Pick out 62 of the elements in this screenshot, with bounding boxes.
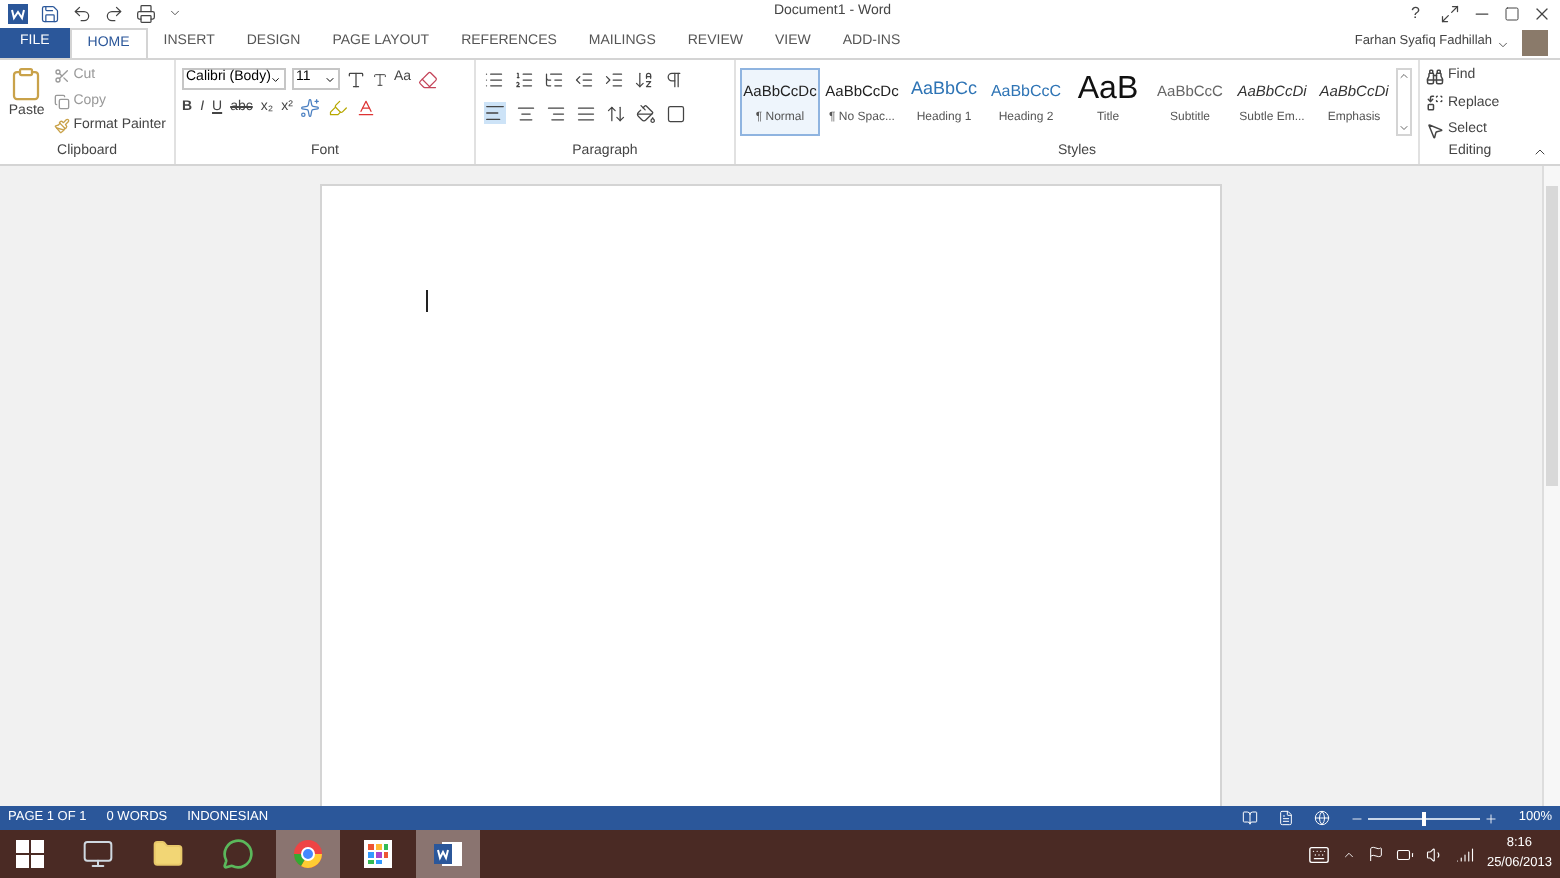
zoom-in-icon[interactable]	[1484, 811, 1499, 825]
web-layout-icon[interactable]	[1314, 810, 1331, 826]
decrease-indent-icon[interactable]	[574, 70, 594, 90]
battery-icon[interactable]	[1396, 845, 1415, 863]
shading-icon[interactable]	[636, 103, 656, 123]
scroll-up-icon	[1398, 69, 1410, 81]
scroll-down-icon	[1398, 121, 1410, 133]
caret-icon[interactable]	[168, 6, 182, 20]
borders-icon[interactable]	[666, 103, 686, 123]
keyboard-icon[interactable]	[1308, 843, 1331, 865]
save-icon[interactable]	[40, 3, 60, 23]
signal-icon[interactable]	[1456, 845, 1475, 863]
chat-icon[interactable]	[222, 838, 254, 870]
numbering-icon[interactable]	[514, 70, 534, 90]
tiles-icon[interactable]	[362, 838, 394, 870]
multilevel-list-icon[interactable]	[544, 70, 564, 90]
shrink-font-icon[interactable]	[372, 71, 388, 87]
print-layout-icon[interactable]	[1278, 810, 1295, 826]
clipboard-icon	[8, 66, 45, 102]
align-right-icon[interactable]	[546, 103, 566, 123]
increase-indent-icon[interactable]	[604, 70, 624, 90]
read-mode-icon[interactable]	[1242, 810, 1259, 826]
grow-font-icon[interactable]	[346, 69, 366, 89]
redo-icon[interactable]	[104, 3, 124, 23]
scissors-icon	[53, 68, 70, 85]
undo-icon[interactable]	[72, 3, 92, 23]
pilcrow-icon[interactable]	[664, 70, 684, 90]
folder-icon[interactable]	[152, 838, 184, 870]
restore-icon[interactable]	[1504, 5, 1520, 21]
collapse-ribbon-icon[interactable]	[1532, 144, 1548, 160]
windows-start-icon[interactable]	[16, 840, 44, 868]
caret-icon[interactable]	[1496, 38, 1510, 52]
pointer-icon	[1426, 121, 1444, 140]
align-left-icon[interactable]	[484, 102, 506, 124]
bullets-icon[interactable]	[484, 70, 504, 90]
document-app-icon[interactable]	[432, 838, 464, 870]
text-cursor	[426, 290, 428, 312]
caret-icon	[324, 73, 336, 85]
binoculars-icon	[1426, 67, 1444, 86]
copy-icon	[53, 93, 70, 110]
taskbar-app[interactable]	[416, 830, 480, 878]
sort-icon[interactable]	[634, 70, 654, 90]
scrollbar[interactable]	[1542, 166, 1560, 806]
caret-icon[interactable]	[1342, 847, 1357, 861]
help-button[interactable]: ?	[1403, 1, 1428, 25]
caret-icon	[270, 73, 282, 85]
align-center-icon[interactable]	[516, 103, 536, 123]
browser-icon[interactable]	[292, 838, 324, 870]
monitor-icon[interactable]	[82, 838, 114, 870]
flag-icon[interactable]	[1368, 846, 1385, 862]
paintbrush-icon	[53, 118, 70, 135]
eraser-icon[interactable]	[417, 69, 438, 89]
font-color-icon[interactable]	[356, 98, 377, 119]
replace-icon	[1426, 94, 1444, 113]
app-logo-icon[interactable]	[8, 3, 28, 23]
text-effects-icon[interactable]	[300, 98, 321, 119]
justify-icon[interactable]	[576, 103, 596, 123]
close-icon[interactable]	[1532, 3, 1552, 23]
line-spacing-icon[interactable]	[606, 103, 626, 123]
printer-icon[interactable]	[136, 3, 156, 23]
ribbon-display-icon[interactable]	[1440, 3, 1460, 23]
speaker-icon[interactable]	[1426, 845, 1445, 863]
